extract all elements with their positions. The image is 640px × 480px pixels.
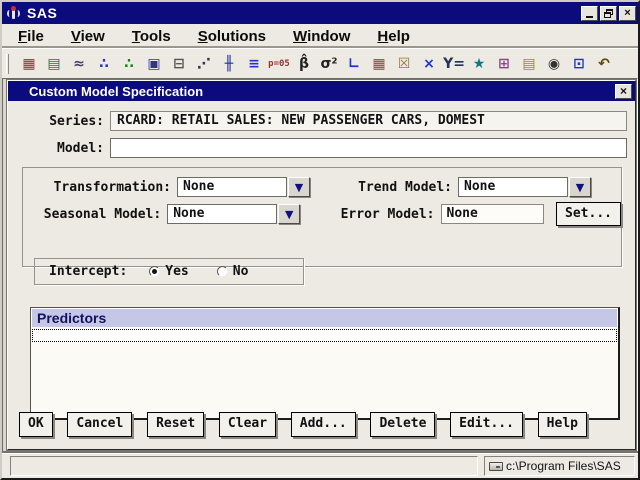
dialog-close-icon: × <box>619 84 627 98</box>
series-calendar-icon[interactable]: ▦ <box>17 53 41 75</box>
trend-model-dropdown[interactable]: None ▼ <box>458 177 591 197</box>
preview-document-icon[interactable]: ▤ <box>517 53 541 75</box>
current-path: c:\Program Files\SAS <box>506 459 621 473</box>
sas-logo-icon <box>6 5 21 21</box>
transformation-dropdown[interactable]: None ▼ <box>177 177 310 197</box>
edit-button[interactable]: Edit... <box>450 412 523 437</box>
sas-application-window: SAS × File View Tools Solutions Window H… <box>0 0 640 480</box>
status-bar: c:\Program Files\SAS <box>2 453 638 478</box>
close-button[interactable]: × <box>619 5 636 21</box>
model-label: Model: <box>57 140 104 156</box>
dialog-button-row: OK Cancel Reset Clear Add... Delete Edit… <box>8 412 635 440</box>
intercept-yes-radio[interactable] <box>149 266 161 277</box>
dialog-content: Series: RCARD: RETAIL SALES: NEW PASSENG… <box>8 101 635 449</box>
transformation-label: Transformation: <box>53 179 171 195</box>
menu-window[interactable]: Window <box>293 28 350 45</box>
workspace: Custom Model Specification × Series: RCA… <box>2 78 638 453</box>
trend-model-label: Trend Model: <box>358 179 452 195</box>
data-table-icon[interactable]: ▦ <box>367 53 391 75</box>
model-options-groupbox: Transformation: None ▼ Trend Model: None… <box>22 167 622 267</box>
undo-icon[interactable]: ↶ <box>592 53 616 75</box>
delete-button[interactable]: Delete <box>370 412 436 437</box>
series-label: Series: <box>49 113 104 129</box>
beta-estimate-icon[interactable]: β̂ <box>292 53 316 75</box>
dialog-title: Custom Model Specification <box>29 83 204 99</box>
title-bar: SAS × <box>2 2 638 24</box>
intercept-no-label: No <box>232 264 249 279</box>
status-path-panel: c:\Program Files\SAS <box>484 456 635 476</box>
copy-window-icon[interactable]: ⊡ <box>567 53 591 75</box>
transformation-value[interactable]: None <box>177 177 287 197</box>
graphics-device-icon[interactable]: ◉ <box>542 53 566 75</box>
restore-button[interactable] <box>600 5 617 21</box>
model-input[interactable] <box>110 138 627 158</box>
error-model-value: None <box>440 204 545 224</box>
curve-plot-icon[interactable]: ∟ <box>342 53 366 75</box>
custom-model-specification-dialog: Custom Model Specification × Series: RCA… <box>7 80 636 450</box>
restore-icon <box>604 8 613 18</box>
trend-model-value[interactable]: None <box>458 177 568 197</box>
fit-equation-icon[interactable]: Y= <box>442 53 466 75</box>
predictors-header: Predictors <box>31 308 618 327</box>
chevron-down-icon: ▼ <box>575 180 585 194</box>
drive-icon <box>489 461 503 471</box>
menu-solutions[interactable]: Solutions <box>198 28 266 45</box>
erase-icon[interactable]: ☒ <box>392 53 416 75</box>
error-model-label: Error Model: <box>340 206 435 222</box>
intercept-yes-label: Yes <box>165 264 189 279</box>
intercept-groupbox: Intercept: Yes No <box>34 258 304 285</box>
menu-file[interactable]: File <box>18 28 44 45</box>
menu-view[interactable]: View <box>71 28 105 45</box>
intercept-no-option[interactable]: No <box>216 264 249 279</box>
delete-x-icon[interactable]: × <box>417 53 441 75</box>
chevron-down-icon: ▼ <box>294 180 304 194</box>
clear-button[interactable]: Clear <box>218 412 277 437</box>
chevron-down-icon: ▼ <box>284 207 294 221</box>
dialog-title-bar: Custom Model Specification × <box>8 81 635 101</box>
seasonal-model-label: Seasonal Model: <box>43 206 162 222</box>
project-list-icon[interactable]: ▤ <box>42 53 66 75</box>
minimize-button[interactable] <box>581 5 598 21</box>
series-value: RCARD: RETAIL SALES: NEW PASSENGER CARS,… <box>110 111 627 131</box>
predictors-list[interactable]: Predictors <box>30 307 620 420</box>
menu-tools[interactable]: Tools <box>132 28 171 45</box>
predictors-selected-row[interactable] <box>32 329 617 342</box>
close-icon: × <box>624 6 631 19</box>
copy-documents-icon[interactable]: ⊞ <box>492 53 516 75</box>
window-title: SAS <box>27 5 58 21</box>
intercept-label: Intercept: <box>49 264 128 279</box>
spike-plot-icon[interactable]: ╫ <box>217 53 241 75</box>
dialog-close-button[interactable]: × <box>615 83 632 99</box>
seasonal-model-value[interactable]: None <box>167 204 278 224</box>
minimize-icon <box>586 16 593 18</box>
fit-models-icon[interactable]: ∴ <box>117 53 141 75</box>
seasonal-model-dropdown-button[interactable]: ▼ <box>278 204 301 224</box>
help-button[interactable]: Help <box>537 412 587 437</box>
sigma-squared-icon[interactable]: σ² <box>317 53 341 75</box>
produce-forecasts-icon[interactable]: ▣ <box>142 53 166 75</box>
p-value-icon[interactable]: p=05 <box>267 53 291 75</box>
set-button[interactable]: Set... <box>556 201 621 227</box>
intercept-no-radio[interactable] <box>216 266 228 277</box>
reset-button[interactable]: Reset <box>147 412 205 437</box>
filter-icon[interactable]: ≡ <box>242 53 266 75</box>
menu-help[interactable]: Help <box>377 28 410 45</box>
add-button[interactable]: Add... <box>290 412 356 437</box>
menu-bar: File View Tools Solutions Window Help <box>2 24 638 48</box>
cancel-button[interactable]: Cancel <box>67 412 133 437</box>
toolbar-grip <box>6 53 9 74</box>
import-data-icon[interactable]: ⊟ <box>167 53 191 75</box>
transformation-dropdown-button[interactable]: ▼ <box>288 177 310 197</box>
ok-button[interactable]: OK <box>19 412 53 437</box>
seasonal-model-dropdown[interactable]: None ▼ <box>167 204 301 224</box>
scatter-plot-icon[interactable]: ⋰ <box>192 53 216 75</box>
trend-model-dropdown-button[interactable]: ▼ <box>569 177 591 197</box>
line-plot-icon[interactable]: ≈ <box>67 53 91 75</box>
intercept-yes-option[interactable]: Yes <box>149 264 189 279</box>
forecast-wizard-icon[interactable]: ★ <box>467 53 491 75</box>
status-message-panel <box>10 456 478 476</box>
toolbar: ▦ ▤ ≈ ∴ ∴ ▣ ⊟ ⋰ ╫ ≡ p=05 β̂ σ² ∟ ▦ ☒ × Y… <box>2 48 638 78</box>
develop-models-icon[interactable]: ∴ <box>92 53 116 75</box>
